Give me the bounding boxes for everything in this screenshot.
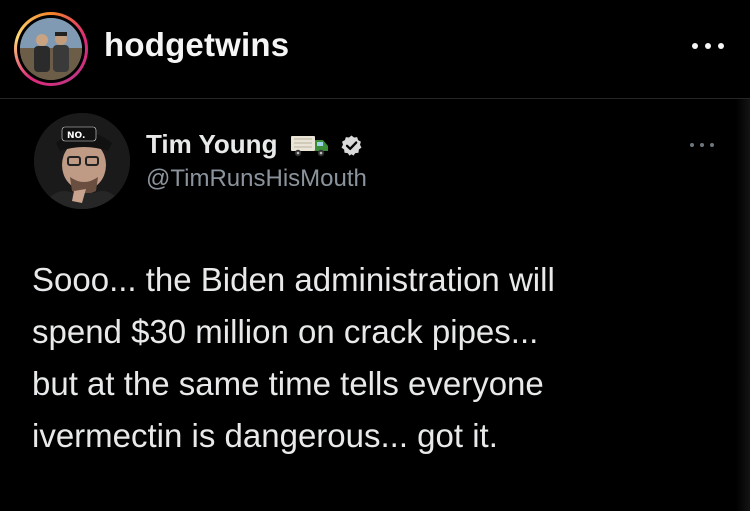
image-edge-shadow (736, 99, 750, 511)
profile-avatar (20, 18, 82, 80)
post-more-options-icon[interactable] (688, 36, 728, 56)
tweet-author-name[interactable]: Tim Young (146, 129, 277, 160)
dot (692, 43, 698, 49)
tweet-text-line: ivermectin is dangerous... got it. (32, 417, 498, 454)
tweet-author-avatar[interactable]: NO. (34, 113, 130, 209)
dot (700, 143, 704, 147)
delivery-truck-emoji-icon (291, 136, 328, 157)
tweet-card: NO. Tim Young @TimRunsHisMouth Sooo... t… (0, 99, 750, 511)
avatar-photo-icon (20, 18, 82, 80)
author-photo-icon: NO. (34, 113, 130, 209)
dot (690, 143, 694, 147)
dot (710, 143, 714, 147)
post-header: hodgetwins (0, 0, 750, 99)
tweet-author-handle[interactable]: @TimRunsHisMouth (146, 165, 367, 193)
tweet-text-line: Sooo... the Biden administration will (32, 261, 555, 298)
tweet-more-options-icon[interactable] (688, 139, 718, 151)
profile-avatar-story-ring[interactable] (14, 12, 88, 86)
post-username[interactable]: hodgetwins (104, 26, 289, 64)
tweet-text-line: but at the same time tells everyone (32, 365, 544, 402)
dot (705, 43, 711, 49)
tweet-body-text: Sooo... the Biden administration will sp… (32, 254, 722, 462)
dot (718, 43, 724, 49)
tweet-text-line: spend $30 million on crack pipes... (32, 313, 539, 350)
verified-badge-icon (341, 135, 362, 156)
svg-text:NO.: NO. (67, 131, 85, 141)
